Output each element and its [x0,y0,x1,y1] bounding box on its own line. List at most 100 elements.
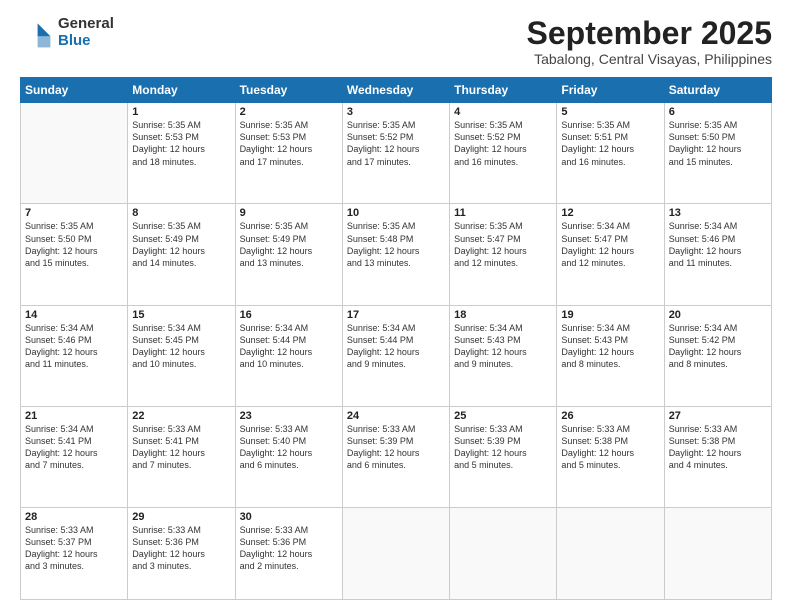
cell-info: Sunrise: 5:35 AM Sunset: 5:50 PM Dayligh… [669,119,767,168]
page-header: General Blue September 2025 Tabalong, Ce… [20,16,772,67]
day-number: 11 [454,207,552,219]
cell-info: Sunrise: 5:33 AM Sunset: 5:36 PM Dayligh… [132,524,230,573]
calendar-cell [342,507,449,599]
calendar-week-row: 21Sunrise: 5:34 AM Sunset: 5:41 PM Dayli… [21,406,772,507]
logo-blue-text: Blue [58,33,114,50]
cell-info: Sunrise: 5:33 AM Sunset: 5:41 PM Dayligh… [132,423,230,472]
cell-info: Sunrise: 5:35 AM Sunset: 5:52 PM Dayligh… [454,119,552,168]
day-number: 23 [240,410,338,422]
weekday-header: Monday [128,78,235,103]
calendar-cell: 8Sunrise: 5:35 AM Sunset: 5:49 PM Daylig… [128,204,235,305]
cell-info: Sunrise: 5:35 AM Sunset: 5:52 PM Dayligh… [347,119,445,168]
calendar-cell: 28Sunrise: 5:33 AM Sunset: 5:37 PM Dayli… [21,507,128,599]
day-number: 26 [561,410,659,422]
cell-info: Sunrise: 5:34 AM Sunset: 5:43 PM Dayligh… [454,322,552,371]
calendar-cell [450,507,557,599]
cell-info: Sunrise: 5:34 AM Sunset: 5:46 PM Dayligh… [669,220,767,269]
calendar-cell [21,103,128,204]
day-number: 6 [669,106,767,118]
calendar-cell: 23Sunrise: 5:33 AM Sunset: 5:40 PM Dayli… [235,406,342,507]
day-number: 18 [454,309,552,321]
day-number: 17 [347,309,445,321]
logo-icon [20,17,52,49]
calendar-cell: 9Sunrise: 5:35 AM Sunset: 5:49 PM Daylig… [235,204,342,305]
day-number: 28 [25,511,123,523]
cell-info: Sunrise: 5:35 AM Sunset: 5:49 PM Dayligh… [132,220,230,269]
calendar-cell: 12Sunrise: 5:34 AM Sunset: 5:47 PM Dayli… [557,204,664,305]
cell-info: Sunrise: 5:35 AM Sunset: 5:49 PM Dayligh… [240,220,338,269]
calendar-cell: 7Sunrise: 5:35 AM Sunset: 5:50 PM Daylig… [21,204,128,305]
cell-info: Sunrise: 5:33 AM Sunset: 5:38 PM Dayligh… [669,423,767,472]
calendar-cell: 22Sunrise: 5:33 AM Sunset: 5:41 PM Dayli… [128,406,235,507]
weekday-header: Sunday [21,78,128,103]
day-number: 14 [25,309,123,321]
calendar-cell: 14Sunrise: 5:34 AM Sunset: 5:46 PM Dayli… [21,305,128,406]
cell-info: Sunrise: 5:34 AM Sunset: 5:42 PM Dayligh… [669,322,767,371]
day-number: 29 [132,511,230,523]
month-title: September 2025 [527,16,772,51]
cell-info: Sunrise: 5:33 AM Sunset: 5:37 PM Dayligh… [25,524,123,573]
calendar-cell: 26Sunrise: 5:33 AM Sunset: 5:38 PM Dayli… [557,406,664,507]
day-number: 8 [132,207,230,219]
calendar-cell: 15Sunrise: 5:34 AM Sunset: 5:45 PM Dayli… [128,305,235,406]
cell-info: Sunrise: 5:35 AM Sunset: 5:51 PM Dayligh… [561,119,659,168]
cell-info: Sunrise: 5:33 AM Sunset: 5:39 PM Dayligh… [347,423,445,472]
cell-info: Sunrise: 5:35 AM Sunset: 5:53 PM Dayligh… [240,119,338,168]
day-number: 22 [132,410,230,422]
calendar-cell: 5Sunrise: 5:35 AM Sunset: 5:51 PM Daylig… [557,103,664,204]
cell-info: Sunrise: 5:34 AM Sunset: 5:43 PM Dayligh… [561,322,659,371]
day-number: 27 [669,410,767,422]
calendar-cell: 10Sunrise: 5:35 AM Sunset: 5:48 PM Dayli… [342,204,449,305]
day-number: 13 [669,207,767,219]
calendar-cell: 6Sunrise: 5:35 AM Sunset: 5:50 PM Daylig… [664,103,771,204]
cell-info: Sunrise: 5:33 AM Sunset: 5:36 PM Dayligh… [240,524,338,573]
day-number: 19 [561,309,659,321]
logo: General Blue [20,16,114,49]
cell-info: Sunrise: 5:35 AM Sunset: 5:48 PM Dayligh… [347,220,445,269]
calendar-cell: 13Sunrise: 5:34 AM Sunset: 5:46 PM Dayli… [664,204,771,305]
calendar-week-row: 7Sunrise: 5:35 AM Sunset: 5:50 PM Daylig… [21,204,772,305]
day-number: 9 [240,207,338,219]
calendar-cell: 1Sunrise: 5:35 AM Sunset: 5:53 PM Daylig… [128,103,235,204]
cell-info: Sunrise: 5:33 AM Sunset: 5:40 PM Dayligh… [240,423,338,472]
calendar-cell: 19Sunrise: 5:34 AM Sunset: 5:43 PM Dayli… [557,305,664,406]
day-number: 15 [132,309,230,321]
day-number: 20 [669,309,767,321]
day-number: 25 [454,410,552,422]
weekday-header: Friday [557,78,664,103]
calendar-cell: 11Sunrise: 5:35 AM Sunset: 5:47 PM Dayli… [450,204,557,305]
calendar-cell: 30Sunrise: 5:33 AM Sunset: 5:36 PM Dayli… [235,507,342,599]
cell-info: Sunrise: 5:35 AM Sunset: 5:53 PM Dayligh… [132,119,230,168]
cell-info: Sunrise: 5:34 AM Sunset: 5:44 PM Dayligh… [347,322,445,371]
cell-info: Sunrise: 5:34 AM Sunset: 5:45 PM Dayligh… [132,322,230,371]
cell-info: Sunrise: 5:35 AM Sunset: 5:50 PM Dayligh… [25,220,123,269]
calendar-cell: 24Sunrise: 5:33 AM Sunset: 5:39 PM Dayli… [342,406,449,507]
day-number: 24 [347,410,445,422]
calendar-cell: 21Sunrise: 5:34 AM Sunset: 5:41 PM Dayli… [21,406,128,507]
calendar-cell: 27Sunrise: 5:33 AM Sunset: 5:38 PM Dayli… [664,406,771,507]
day-number: 4 [454,106,552,118]
title-block: September 2025 Tabalong, Central Visayas… [527,16,772,67]
calendar-week-row: 28Sunrise: 5:33 AM Sunset: 5:37 PM Dayli… [21,507,772,599]
cell-info: Sunrise: 5:34 AM Sunset: 5:46 PM Dayligh… [25,322,123,371]
cell-info: Sunrise: 5:33 AM Sunset: 5:38 PM Dayligh… [561,423,659,472]
calendar-week-row: 14Sunrise: 5:34 AM Sunset: 5:46 PM Dayli… [21,305,772,406]
calendar-cell: 4Sunrise: 5:35 AM Sunset: 5:52 PM Daylig… [450,103,557,204]
calendar-week-row: 1Sunrise: 5:35 AM Sunset: 5:53 PM Daylig… [21,103,772,204]
calendar-cell: 2Sunrise: 5:35 AM Sunset: 5:53 PM Daylig… [235,103,342,204]
calendar-cell [557,507,664,599]
cell-info: Sunrise: 5:34 AM Sunset: 5:41 PM Dayligh… [25,423,123,472]
cell-info: Sunrise: 5:34 AM Sunset: 5:44 PM Dayligh… [240,322,338,371]
day-number: 16 [240,309,338,321]
calendar-cell: 29Sunrise: 5:33 AM Sunset: 5:36 PM Dayli… [128,507,235,599]
location-text: Tabalong, Central Visayas, Philippines [527,51,772,67]
day-number: 10 [347,207,445,219]
day-number: 2 [240,106,338,118]
cell-info: Sunrise: 5:33 AM Sunset: 5:39 PM Dayligh… [454,423,552,472]
calendar-cell: 17Sunrise: 5:34 AM Sunset: 5:44 PM Dayli… [342,305,449,406]
day-number: 1 [132,106,230,118]
day-number: 5 [561,106,659,118]
calendar-cell: 16Sunrise: 5:34 AM Sunset: 5:44 PM Dayli… [235,305,342,406]
calendar-cell [664,507,771,599]
calendar-table: SundayMondayTuesdayWednesdayThursdayFrid… [20,77,772,600]
